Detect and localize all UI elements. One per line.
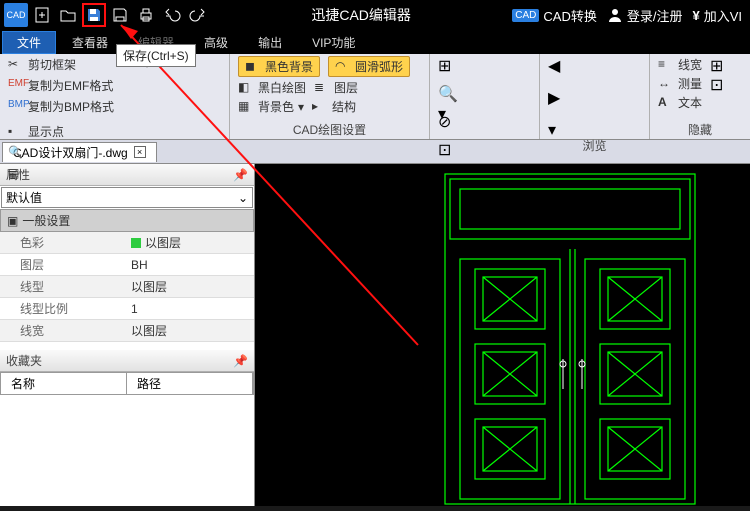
text-button[interactable]: A文本	[658, 94, 702, 111]
login-button[interactable]: 登录/注册	[603, 6, 687, 25]
tab-output[interactable]: 输出	[244, 32, 296, 53]
pin-icon[interactable]: 📌	[233, 168, 248, 182]
document-tab-label: CAD设计双扇门-.dwg	[13, 144, 128, 161]
ribbon-group-browse: ◀ ▶ ▾ 浏览	[540, 54, 650, 139]
bgcolor-button[interactable]: ▦背景色▾	[238, 98, 304, 115]
vip-button[interactable]: ¥加入VI	[688, 6, 746, 25]
cad-canvas[interactable]	[255, 164, 750, 506]
black-bg-button[interactable]: ◼黑色背景	[238, 56, 320, 77]
ext-icon-2[interactable]: ⊡	[710, 75, 726, 91]
title-right-group: CADCAD转换 登录/注册 ¥加入VI	[508, 6, 750, 25]
quick-access-toolbar: CAD	[0, 3, 214, 27]
title-bar: CAD 迅捷CAD编辑器 CADCAD转换 登录/注册 ¥加入VI	[0, 0, 750, 30]
ext-icon-1[interactable]: ⊞	[710, 56, 726, 72]
prop-row-linewidth[interactable]: 线宽以图层	[0, 320, 254, 342]
properties-panel: 属性 📌 默认值⌄ ▣ 一般设置 色彩以图层 图层BH 线型以图层 线型比例1 …	[0, 164, 255, 506]
bw-icon: ◧	[238, 80, 254, 96]
emf-icon: EMF	[8, 78, 24, 94]
cad-convert-button[interactable]: CADCAD转换	[508, 6, 601, 25]
layer-button[interactable]: ≣图层	[314, 79, 358, 96]
tab-file[interactable]: 文件	[2, 31, 56, 54]
bw-draw-button[interactable]: ◧黑白绘图	[238, 79, 306, 96]
app-logo[interactable]: CAD	[4, 3, 28, 27]
fav-col-name[interactable]: 名称	[1, 373, 127, 394]
print-icon[interactable]	[134, 3, 158, 27]
undo-icon[interactable]	[160, 3, 184, 27]
tab-viewer[interactable]: 查看器	[58, 32, 122, 53]
measure-button[interactable]: ↔测量	[658, 75, 702, 92]
favorites-body	[0, 395, 254, 506]
tab-advanced[interactable]: 高级	[190, 32, 242, 53]
prop-row-color[interactable]: 色彩以图层	[0, 232, 254, 254]
prop-row-linetype[interactable]: 线型以图层	[0, 276, 254, 298]
menu-bar: 文件 查看器 编辑器 高级 输出 VIP功能	[0, 30, 750, 54]
bg-icon: ◼	[245, 59, 261, 75]
pin-icon[interactable]: 📌	[233, 354, 248, 368]
pos-icon-3[interactable]: ⊘	[438, 112, 454, 128]
favorites-header: 名称 路径	[0, 372, 254, 395]
group-label-hide: 隐藏	[658, 120, 742, 138]
document-tab[interactable]: CAD设计双扇门-.dwg ×	[2, 142, 157, 162]
measure-icon: ↔	[658, 76, 674, 92]
fav-col-path[interactable]: 路径	[127, 373, 253, 394]
saveas-icon[interactable]	[108, 3, 132, 27]
ribbon-group-position: ⊞ 🔍 ▾ ⊘ ⊡ ⊟ ⌖ 位置	[430, 54, 540, 139]
pos-icon-1[interactable]: ⊞	[438, 56, 454, 72]
open-file-icon[interactable]	[56, 3, 80, 27]
pos-icon-2[interactable]: 🔍 ▾	[438, 84, 454, 100]
trim-icon: ▤	[8, 166, 24, 182]
copy-bmp-button[interactable]: BMP复制为BMP格式	[8, 98, 221, 115]
section-general[interactable]: ▣ 一般设置	[0, 209, 254, 232]
app-title: 迅捷CAD编辑器	[214, 5, 508, 25]
layers-icon: ≣	[314, 80, 330, 96]
linewidth-button[interactable]: ≡线宽	[658, 56, 702, 73]
close-icon[interactable]: ×	[134, 146, 146, 158]
favorites-title: 收藏夹 📌	[0, 350, 254, 372]
search-icon: 🔍	[8, 145, 24, 161]
chevron-down-icon: ▾	[298, 100, 304, 114]
crop-icon: ✂	[8, 57, 24, 73]
save-tooltip: 保存(Ctrl+S)	[116, 44, 196, 67]
pos-icon-4[interactable]: ⊡	[438, 140, 454, 156]
color-icon: ▦	[238, 99, 254, 115]
group-label-browse: 浏览	[548, 136, 641, 154]
color-swatch	[131, 238, 141, 248]
nav-more-icon[interactable]: ▾	[548, 120, 564, 136]
nav-right-icon[interactable]: ▶	[548, 88, 564, 104]
linewidth-icon: ≡	[658, 57, 674, 73]
redo-icon[interactable]	[186, 3, 210, 27]
ribbon: ✂剪切框架 EMF复制为EMF格式 BMP复制为BMP格式 ▪显示点 🔍查找文字…	[0, 54, 750, 140]
group-label-cad: CAD绘图设置	[238, 120, 421, 138]
point-icon: ▪	[8, 124, 24, 140]
structure-button[interactable]: ▸结构	[312, 98, 356, 115]
save-icon[interactable]	[82, 3, 106, 27]
cad-drawing	[255, 164, 750, 506]
ribbon-group-cad: ◼黑色背景 ◠圆滑弧形 ◧黑白绘图 ≣图层 ▦背景色▾ ▸结构 CAD绘图设置	[230, 54, 430, 139]
ribbon-group-props: ≡线宽 ⊞ ↔测量 ⊡ A文本 隐藏	[650, 54, 750, 139]
bmp-icon: BMP	[8, 99, 24, 115]
prop-row-linescale[interactable]: 线型比例1	[0, 298, 254, 320]
prop-row-layer[interactable]: 图层BH	[0, 254, 254, 276]
smooth-arc-button[interactable]: ◠圆滑弧形	[328, 56, 410, 77]
nav-left-icon[interactable]: ◀	[548, 56, 564, 72]
arc-icon: ◠	[335, 59, 351, 75]
workspace: 属性 📌 默认值⌄ ▣ 一般设置 色彩以图层 图层BH 线型以图层 线型比例1 …	[0, 164, 750, 506]
structure-icon: ▸	[312, 99, 328, 115]
new-file-icon[interactable]	[30, 3, 54, 27]
default-combo[interactable]: 默认值⌄	[1, 187, 253, 208]
copy-emf-button[interactable]: EMF复制为EMF格式	[8, 77, 221, 94]
properties-title: 属性 📌	[0, 164, 254, 186]
properties-table: ▣ 一般设置 色彩以图层 图层BH 线型以图层 线型比例1 线宽以图层	[0, 209, 254, 342]
show-point-button[interactable]: ▪显示点	[8, 123, 221, 140]
chevron-down-icon: ⌄	[238, 191, 248, 205]
text-icon: A	[658, 95, 674, 111]
tab-vip[interactable]: VIP功能	[298, 32, 369, 53]
